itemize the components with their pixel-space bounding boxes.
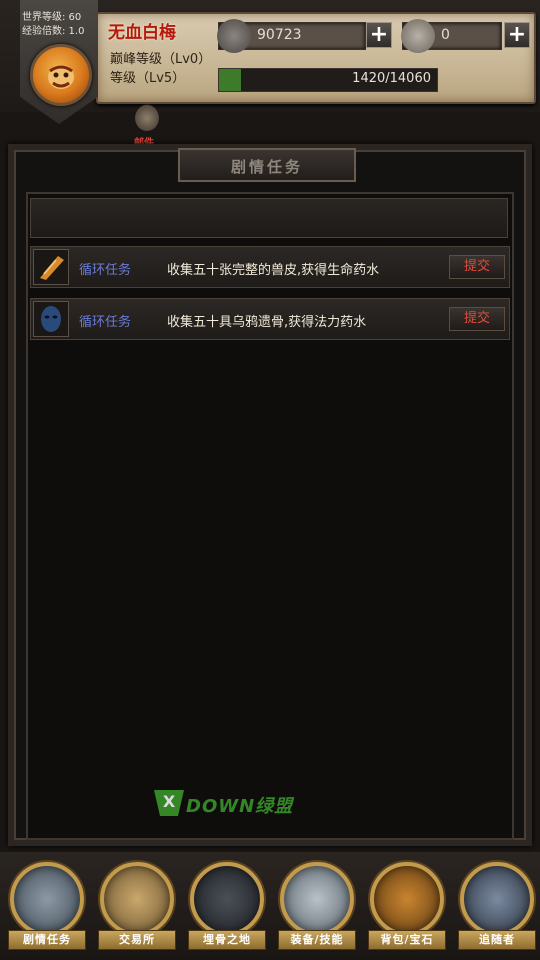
dungeon-gate-icon [190, 862, 264, 936]
mail-icon [134, 104, 160, 132]
nav-label: 交易所 [98, 930, 176, 950]
nav-exchange[interactable]: 交易所 [96, 860, 178, 956]
nav-label: 埋骨之地 [188, 930, 266, 950]
quest-type: 循环任务 [79, 263, 132, 278]
panel-title-box: 剧情任务 [178, 148, 356, 182]
quest-list-panel[interactable] [26, 192, 514, 840]
gold-value: 90723 [257, 27, 302, 43]
money-bag-icon [100, 862, 174, 936]
watermark-text: DOWN绿盟 [186, 796, 294, 817]
avatar[interactable] [30, 44, 92, 106]
world-level-text: 世界等级: 60 [22, 12, 82, 23]
quest-list-header [30, 198, 508, 238]
nav-followers[interactable]: 追随者 [456, 860, 538, 956]
quest-description: 收集五十具乌鸦遗骨,获得法力药水 [167, 315, 367, 330]
watermark-logo: X DOWN绿盟 [154, 786, 334, 820]
panel-title: 剧情任务 [230, 158, 303, 176]
hide-scroll-icon [33, 249, 69, 285]
gem-currency: 0 [401, 19, 502, 53]
submit-button[interactable]: 提交 [449, 307, 505, 331]
quest-type: 循环任务 [79, 315, 132, 330]
nav-backpack-gems[interactable]: 背包/宝石 [366, 860, 448, 956]
gem-value: 0 [441, 27, 450, 43]
raven-mask-icon [33, 301, 69, 337]
gem-face-icon [401, 19, 435, 53]
level-text: 等级（Lv5） [110, 71, 186, 86]
nav-label: 背包/宝石 [368, 930, 446, 950]
watermark-x: X [154, 790, 184, 816]
exp-bar-fill [219, 69, 242, 91]
nav-story-quests[interactable]: 剧情任务 [6, 860, 88, 956]
add-gold-button[interactable]: + [366, 22, 392, 48]
nav-label: 追随者 [458, 930, 536, 950]
nav-burial-ground[interactable]: 埋骨之地 [186, 860, 268, 956]
nav-label: 装备/技能 [278, 930, 356, 950]
gold-pile-icon [217, 19, 251, 53]
helmet-icon [370, 862, 444, 936]
nav-label: 剧情任务 [8, 930, 86, 950]
add-gem-button[interactable]: + [504, 22, 530, 48]
exp-text: 1420/14060 [352, 71, 431, 86]
nav-equipment-skills[interactable]: 装备/技能 [276, 860, 358, 956]
quest-row[interactable]: 循环任务 收集五十具乌鸦遗骨,获得法力药水 提交 [30, 298, 510, 340]
submit-button[interactable]: 提交 [449, 255, 505, 279]
player-name: 无血白梅 [108, 23, 176, 43]
exp-multiplier-text: 经验倍数: 1.0 [22, 26, 85, 37]
knight-icon [10, 862, 84, 936]
avatar-face-icon [48, 65, 74, 89]
quest-description: 收集五十张完整的兽皮,获得生命药水 [167, 263, 380, 278]
peak-level-text: 巅峰等级（Lv0） [110, 52, 212, 67]
gold-currency: 90723 [217, 19, 366, 53]
quest-row[interactable]: 循环任务 收集五十张完整的兽皮,获得生命药水 提交 [30, 246, 510, 288]
exp-bar: 1420/14060 [218, 68, 438, 92]
sword-icon [280, 862, 354, 936]
follower-icon [460, 862, 534, 936]
